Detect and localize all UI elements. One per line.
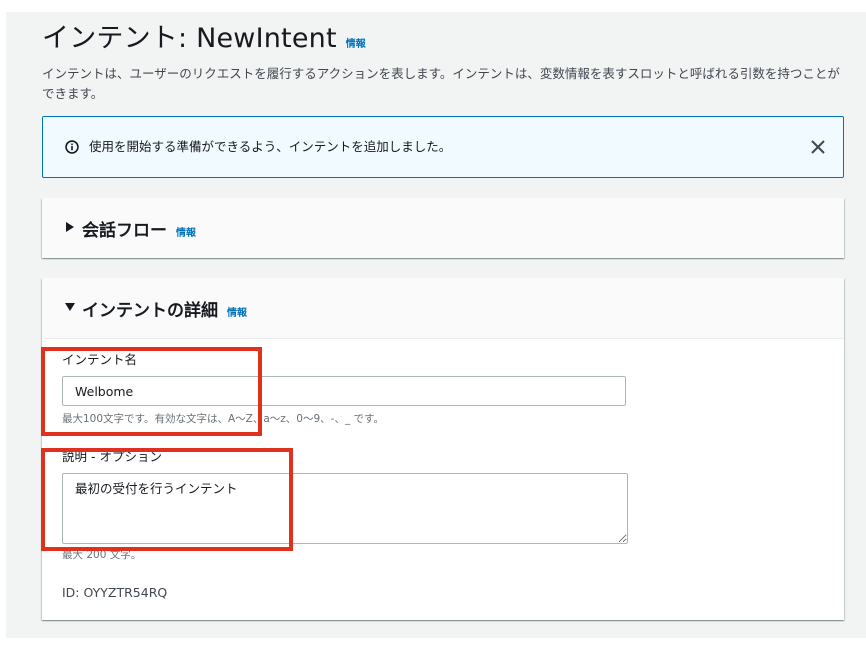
intent-details-title-row: インテントの詳細 情報 bbox=[82, 296, 247, 321]
conversation-flow-info-link[interactable]: 情報 bbox=[176, 224, 196, 239]
info-icon bbox=[65, 140, 79, 154]
intent-name-hint: 最大100文字です。有効な文字は、A～Z、a～z、0～9、-、_ です。 bbox=[62, 413, 384, 425]
conversation-flow-panel: 会話フロー 情報 bbox=[42, 198, 844, 258]
conversation-flow-header[interactable]: 会話フロー 情報 bbox=[42, 198, 844, 258]
description-label: 説明 - オプション bbox=[62, 449, 162, 464]
close-icon[interactable] bbox=[807, 136, 829, 158]
caret-right-icon bbox=[66, 222, 74, 232]
description-hint: 最大 200 文字。 bbox=[62, 549, 142, 561]
flash-message: 使用を開始する準備ができるよう、インテントを追加しました。 bbox=[42, 116, 844, 178]
intent-name-label: インテント名 bbox=[62, 352, 138, 367]
intent-details-info-link[interactable]: 情報 bbox=[227, 304, 247, 319]
page-header: インテント: NewIntent 情報 bbox=[42, 16, 366, 55]
conversation-flow-title-row: 会話フロー 情報 bbox=[82, 216, 196, 241]
header-info-link[interactable]: 情報 bbox=[346, 35, 366, 50]
screenshot-canvas: インテント: NewIntent 情報 インテントは、ユーザーのリクエストを履行… bbox=[0, 0, 866, 646]
flash-message-text: 使用を開始する準備ができるよう、インテントを追加しました。 bbox=[89, 139, 452, 154]
intent-details-title: インテントの詳細 bbox=[82, 301, 218, 321]
page-description: インテントは、ユーザーのリクエストを履行するアクションを表します。インテントは、… bbox=[42, 66, 840, 101]
intent-name-input[interactable] bbox=[62, 376, 626, 406]
conversation-flow-title: 会話フロー bbox=[82, 221, 167, 241]
description-textarea[interactable]: 最初の受付を行うインテント bbox=[62, 473, 628, 544]
intent-id: ID: OYYZTR54RQ bbox=[62, 585, 168, 600]
intent-details-panel: インテントの詳細 情報 インテント名 最大100文字です。有効な文字は、A～Z、… bbox=[42, 278, 844, 620]
intent-editor-page: インテント: NewIntent 情報 インテントは、ユーザーのリクエストを履行… bbox=[6, 12, 866, 638]
caret-down-icon bbox=[65, 303, 75, 311]
intent-details-header[interactable]: インテントの詳細 情報 bbox=[42, 278, 844, 339]
page-title: インテント: NewIntent bbox=[42, 23, 337, 54]
